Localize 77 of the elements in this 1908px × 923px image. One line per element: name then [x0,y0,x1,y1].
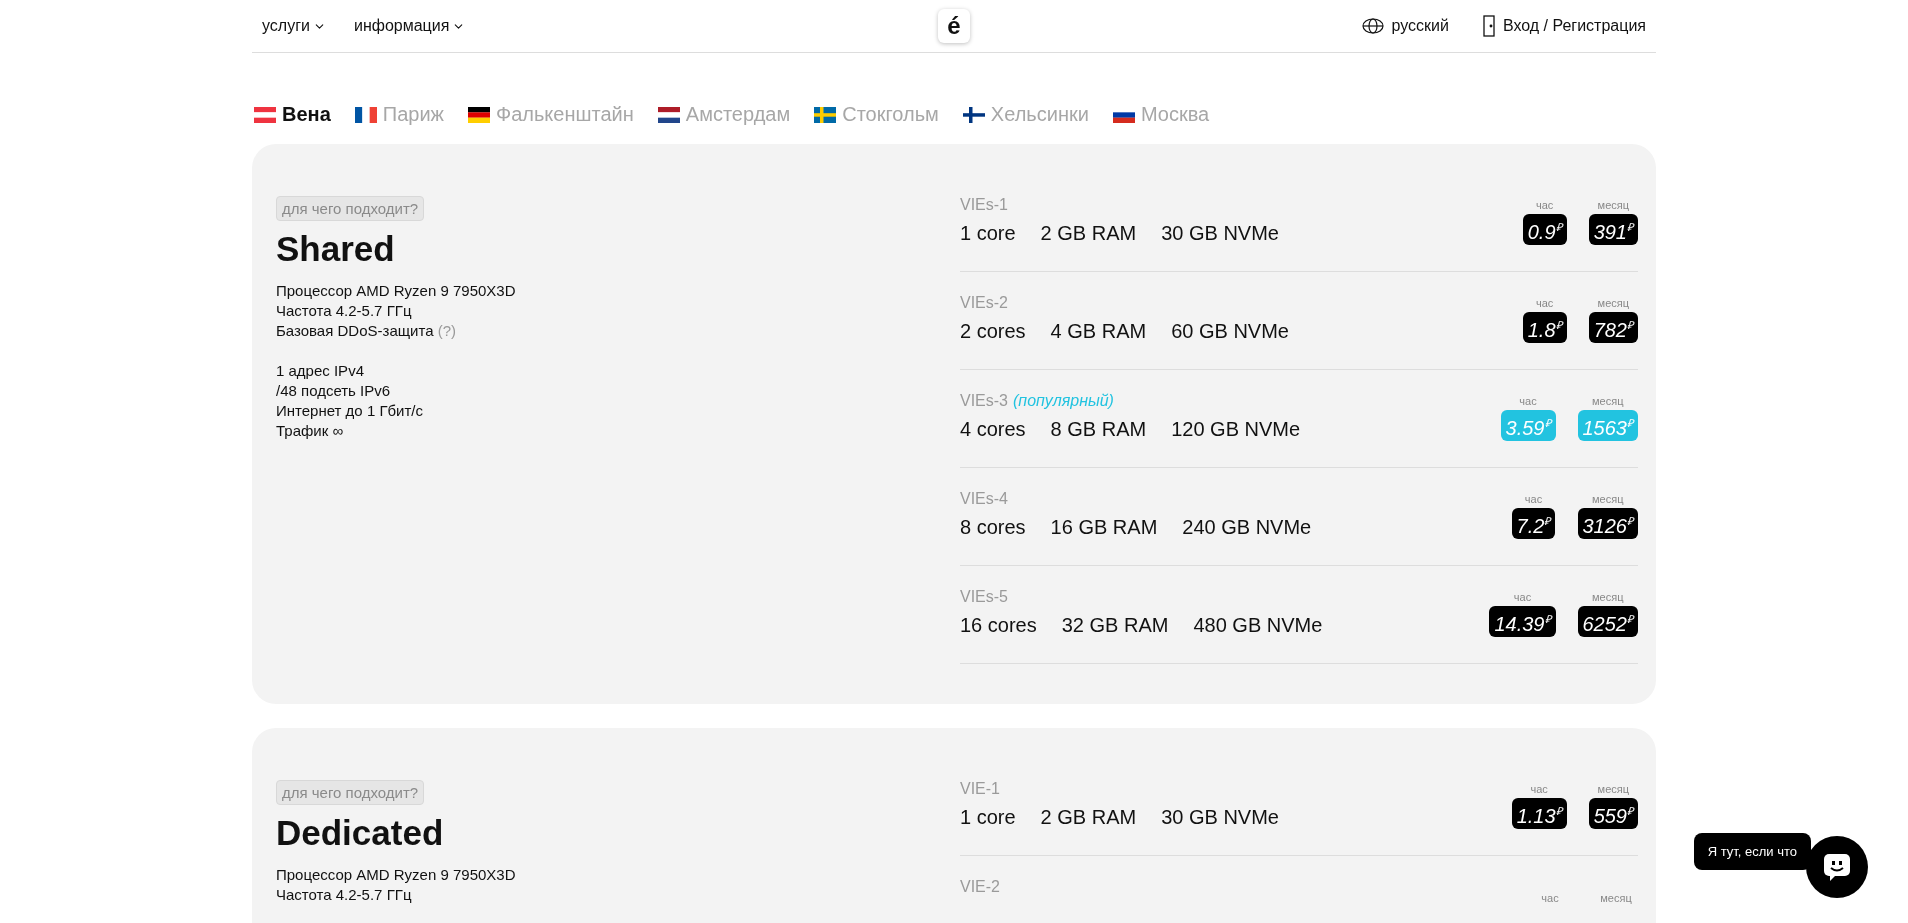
globe-icon [1361,18,1384,34]
plan-name: VIEs-3 [960,392,1008,410]
price-tag[interactable]: 391$^{₽}$ [1588,214,1638,245]
nav-menu-item[interactable]: услуги [262,17,326,35]
spec-text: 2 cores [960,320,1026,343]
card-title: Shared [276,229,396,269]
flag-icon [962,106,985,123]
price-tag[interactable]: 6252$^{₽}$ [1577,606,1638,637]
spec-text: 16 GB RAM [1050,516,1158,539]
flag-icon [354,106,377,123]
price-tag[interactable]: 14.39$^{₽}$ [1489,606,1556,637]
price-period: час [1541,892,1559,904]
spec-text: 8 GB RAM [1050,418,1147,441]
plan-name: VIEs-4 [960,490,1008,508]
spec-text: 2 GB RAM [1040,806,1137,829]
price-period: месяц [1592,591,1624,604]
price-tag[interactable]: 3126$^{₽}$ [1577,508,1638,539]
spec-text: 240 GB NVMe [1182,516,1312,539]
flag-icon [657,106,680,123]
plan-name: VIEs-5 [960,588,1008,606]
plan-name: VIEs-2 [960,294,1008,312]
feature-text: Базовая DDoS-защита [276,322,434,339]
price-tag[interactable]: 1.8$^{₽}$ [1522,312,1567,343]
door-icon [1482,15,1495,37]
spec-text: 1 core [960,806,1016,829]
price-period: час [1524,493,1543,506]
spec-text: 60 GB NVMe [1171,320,1289,343]
popular-tag: (популярный) [1013,392,1114,410]
spec-text: 4 cores [960,418,1026,441]
spec-text: 30 GB NVMe [1161,222,1279,245]
feature-text: Частота 4.2-5.7 ГГц [276,885,413,905]
feature-text: Процессор AMD Ryzen 9 7950X3D [276,865,517,885]
spec-text: 8 cores [960,516,1026,539]
spec-text: 4 GB RAM [1050,320,1147,343]
price-tag[interactable]: 7.2$^{₽}$ [1511,508,1556,539]
flag-icon [467,106,490,123]
feature-text: 1 адрес IPv4 [276,361,365,381]
spec-text: 16 cores [960,614,1037,637]
price-tag[interactable]: 0.9$^{₽}$ [1522,214,1567,245]
price-period: месяц [1592,395,1624,408]
feature-text: Трафик ∞ [276,421,345,441]
price-period: месяц [1597,199,1630,212]
flag-icon [254,106,276,123]
plan-name: VIE-2 [960,878,1000,896]
spec-text: 30 GB NVMe [1161,806,1279,829]
logo[interactable]: é [938,9,970,43]
price-period: час [1535,199,1554,212]
price-period: час [1513,591,1532,604]
price-period: месяц [1597,297,1630,310]
price-period: месяц [1597,783,1630,796]
spec-text: 32 GB RAM [1061,614,1169,637]
price-period: час [1535,297,1554,310]
spec-text: 2 GB RAM [1040,222,1137,245]
price-tag[interactable]: 782$^{₽}$ [1588,312,1638,343]
login-link[interactable]: Вход / Регистрация [1482,15,1646,37]
smiley-chat-icon [1822,852,1852,882]
spec-text: 120 GB NVMe [1171,418,1301,441]
price-tag[interactable]: 1.13$^{₽}$ [1511,798,1567,829]
price-period: месяц [1600,892,1632,904]
spec-text: 480 GB NVMe [1193,614,1323,637]
nav-menu-item[interactable]: информация [353,17,466,35]
price-period: час [1530,783,1548,796]
plan-name: VIEs-1 [960,196,1008,214]
price-period: час [1519,395,1537,408]
feature-text: Частота 4.2-5.7 ГГц [276,301,413,321]
price-period: месяц [1592,493,1624,506]
price-tag[interactable]: 559$^{₽}$ [1588,798,1638,829]
chat-tooltip: Я тут, если что [1693,833,1811,870]
card-title: Dedicated [276,813,445,853]
plan-name: VIE-1 [960,780,1000,798]
feature-text: /48 подсеть IPv6 [276,381,392,401]
feature-text: Интернет до 1 Гбит/с [276,401,425,421]
spec-text: 1 core [960,222,1016,245]
feature-text: Процессор AMD Ryzen 9 7950X3D [276,281,517,301]
flag-icon [814,106,837,123]
city-tab[interactable]: Вена [254,103,331,126]
language-link[interactable]: русский [1361,17,1449,35]
